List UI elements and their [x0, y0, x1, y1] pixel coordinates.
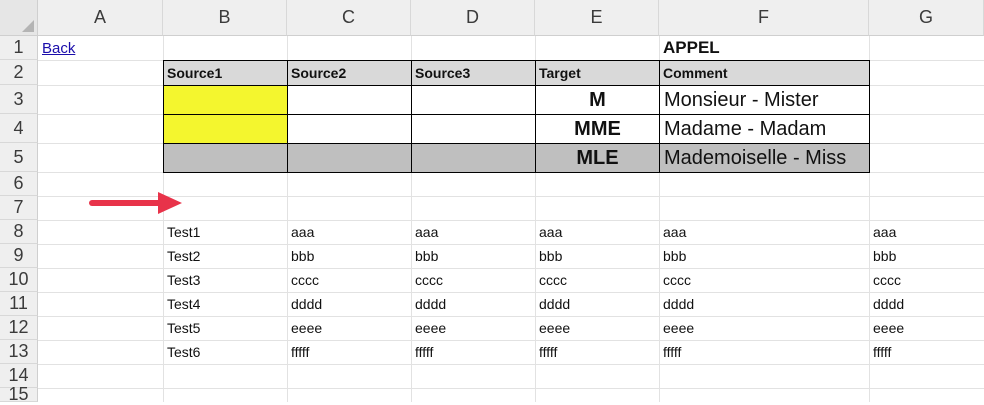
test-value[interactable]: eeee	[535, 316, 659, 340]
test-value[interactable]: cccc	[659, 268, 869, 292]
test-label[interactable]: Test5	[163, 316, 287, 340]
test-value[interactable]: eeee	[659, 316, 869, 340]
source3-cell[interactable]	[411, 143, 536, 173]
row-header-8[interactable]: 8	[0, 220, 38, 244]
test-label[interactable]: Test4	[163, 292, 287, 316]
red-arrow-icon	[89, 192, 182, 214]
test-value[interactable]: aaa	[869, 220, 984, 244]
row-header-1[interactable]: 1	[0, 36, 38, 60]
test-value[interactable]: eeee	[411, 316, 535, 340]
source1-cell[interactable]	[163, 114, 288, 144]
column-header-d[interactable]: D	[411, 0, 535, 36]
test-label[interactable]: Test6	[163, 340, 287, 364]
test-value[interactable]: bbb	[411, 244, 535, 268]
sheet-title: APPEL	[663, 38, 720, 57]
test-value[interactable]: bbb	[659, 244, 869, 268]
row-header-7[interactable]: 7	[0, 196, 38, 220]
test-value[interactable]: fffff	[287, 340, 411, 364]
comment-cell[interactable]: Madame - Madam	[659, 114, 870, 144]
test-value[interactable]: fffff	[869, 340, 984, 364]
spreadsheet-grid: A B C D E F G 1 2 3 4 5 6 7 8 9 10 11 12…	[0, 0, 984, 404]
row-header-11[interactable]: 11	[0, 292, 38, 316]
source3-cell[interactable]	[411, 114, 536, 144]
row-header-10[interactable]: 10	[0, 268, 38, 292]
test-value[interactable]: bbb	[535, 244, 659, 268]
comment-cell[interactable]: Monsieur - Mister	[659, 85, 870, 115]
test-value[interactable]: aaa	[411, 220, 535, 244]
header-comment: Comment	[659, 60, 870, 86]
row-header-13[interactable]: 13	[0, 340, 38, 364]
test-label[interactable]: Test2	[163, 244, 287, 268]
header-source2: Source2	[287, 60, 412, 86]
test-value[interactable]: cccc	[869, 268, 984, 292]
target-cell[interactable]: M	[535, 85, 660, 115]
test-value[interactable]: cccc	[411, 268, 535, 292]
test-value[interactable]: eeee	[287, 316, 411, 340]
row-header-9[interactable]: 9	[0, 244, 38, 268]
test-value[interactable]: cccc	[287, 268, 411, 292]
test-value[interactable]: cccc	[535, 268, 659, 292]
target-cell[interactable]: MLE	[535, 143, 660, 173]
header-source1: Source1	[163, 60, 288, 86]
test-value[interactable]: aaa	[659, 220, 869, 244]
row-header-5[interactable]: 5	[0, 143, 38, 172]
source3-cell[interactable]	[411, 85, 536, 115]
source2-cell[interactable]	[287, 114, 412, 144]
test-value[interactable]: dddd	[659, 292, 869, 316]
test-value[interactable]: eeee	[869, 316, 984, 340]
row-header-12[interactable]: 12	[0, 316, 38, 340]
test-value[interactable]: dddd	[287, 292, 411, 316]
column-header-c[interactable]: C	[287, 0, 411, 36]
test-value[interactable]: dddd	[869, 292, 984, 316]
header-source3: Source3	[411, 60, 536, 86]
column-header-f[interactable]: F	[659, 0, 869, 36]
test-label[interactable]: Test1	[163, 220, 287, 244]
row-header-4[interactable]: 4	[0, 114, 38, 143]
source2-cell[interactable]	[287, 143, 412, 173]
test-value[interactable]: bbb	[287, 244, 411, 268]
row-header-3[interactable]: 3	[0, 85, 38, 114]
row-header-6[interactable]: 6	[0, 172, 38, 196]
test-value[interactable]: dddd	[411, 292, 535, 316]
back-link[interactable]: Back	[38, 36, 163, 60]
column-header-g[interactable]: G	[869, 0, 984, 36]
test-value[interactable]: fffff	[659, 340, 869, 364]
test-value[interactable]: fffff	[535, 340, 659, 364]
test-value[interactable]: aaa	[287, 220, 411, 244]
header-target: Target	[535, 60, 660, 86]
column-header-a[interactable]: A	[38, 0, 163, 36]
target-cell[interactable]: MME	[535, 114, 660, 144]
row-header-15[interactable]: 15	[0, 384, 38, 404]
column-header-b[interactable]: B	[163, 0, 287, 36]
row-header-2[interactable]: 2	[0, 60, 38, 85]
source1-cell[interactable]	[163, 143, 288, 173]
test-value[interactable]: aaa	[535, 220, 659, 244]
column-header-e[interactable]: E	[535, 0, 659, 36]
source2-cell[interactable]	[287, 85, 412, 115]
source1-cell[interactable]	[163, 85, 288, 115]
test-value[interactable]: bbb	[869, 244, 984, 268]
test-value[interactable]: dddd	[535, 292, 659, 316]
test-value[interactable]: fffff	[411, 340, 535, 364]
test-label[interactable]: Test3	[163, 268, 287, 292]
select-all-corner[interactable]	[0, 0, 38, 36]
comment-cell[interactable]: Mademoiselle - Miss	[659, 143, 870, 173]
